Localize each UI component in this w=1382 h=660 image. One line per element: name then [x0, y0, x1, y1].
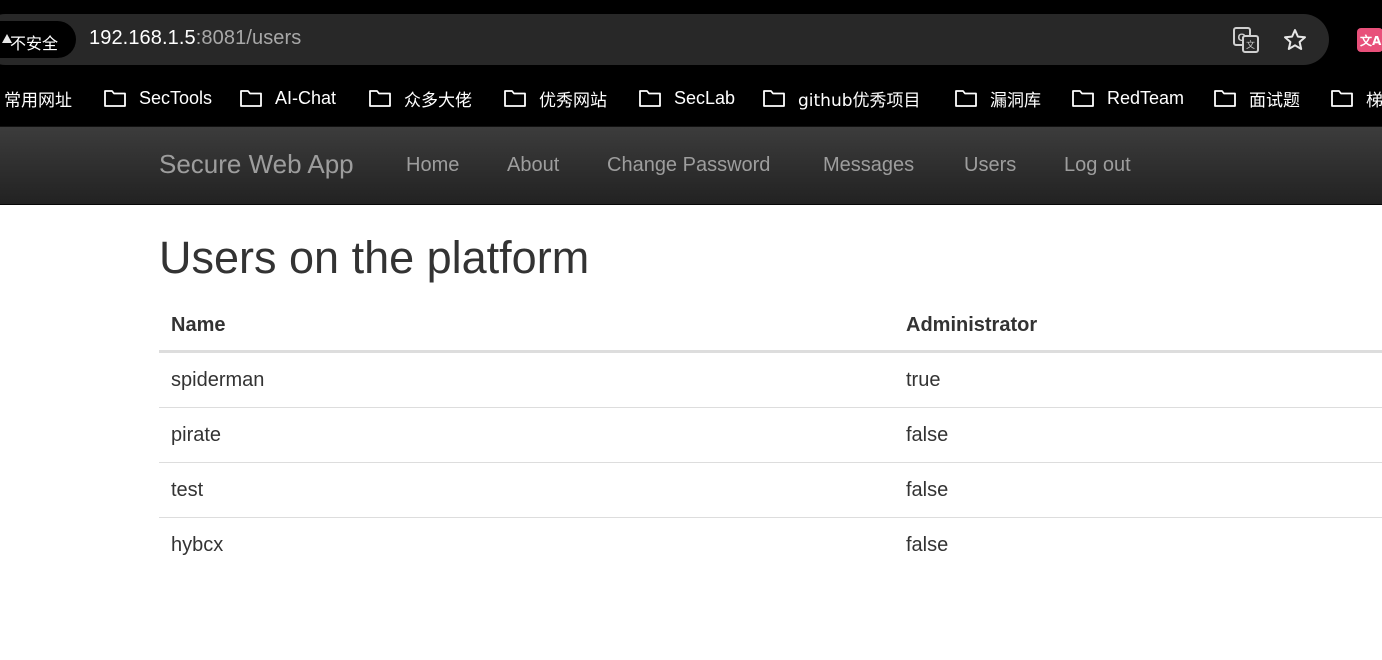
folder-icon [504, 90, 526, 107]
table-row: hybcx false [159, 517, 1382, 572]
nav-change-password[interactable]: Change Password [607, 154, 770, 177]
bookmark-folder[interactable]: SecTools [103, 84, 212, 112]
table-row: test false [159, 462, 1382, 518]
bookmark-folder[interactable]: 众多大佬 [368, 84, 472, 112]
folder-icon [763, 90, 785, 107]
bookmark-folder[interactable]: 优秀网站 [503, 84, 607, 112]
admin-flag-cell: false [894, 517, 1382, 572]
bookmark-folder[interactable]: RedTeam [1071, 84, 1184, 112]
bookmarks-bar: 常用网址 SecTools AI-Chat 众多大佬 优秀网站 SecLab g… [0, 80, 1382, 126]
url-text[interactable]: 192.168.1.5:8081/users [89, 27, 301, 50]
user-name-cell: pirate [159, 407, 894, 463]
brand-link[interactable]: Secure Web App [159, 149, 354, 180]
nav-logout[interactable]: Log out [1064, 154, 1131, 177]
bookmark-folder[interactable]: github优秀项目 [762, 84, 921, 112]
folder-icon [955, 90, 977, 107]
browser-toolbar: 不安全 192.168.1.5:8081/users G 文 文A [0, 0, 1382, 80]
security-indicator[interactable]: 不安全 [0, 21, 76, 58]
table-row: spiderman true [159, 352, 1382, 408]
page-title: Users on the platform [159, 232, 590, 283]
url-host: 192.168.1.5 [89, 27, 196, 49]
admin-flag-cell: false [894, 462, 1382, 518]
user-name-cell: spiderman [171, 368, 265, 391]
bookmark-folder[interactable]: AI-Chat [239, 84, 336, 112]
bookmark-folder[interactable]: 梯 [1330, 84, 1382, 112]
folder-icon [1214, 90, 1236, 107]
folder-icon [1331, 90, 1353, 107]
user-name-cell: hybcx [159, 517, 894, 572]
folder-icon [104, 90, 126, 107]
column-header-administrator: Administrator [894, 300, 1382, 353]
bookmark-star-icon[interactable] [1283, 28, 1307, 52]
svg-text:文: 文 [1246, 39, 1255, 51]
column-header-name: Name [159, 300, 894, 353]
security-label: 不安全 [10, 34, 59, 53]
user-name-cell: test [159, 462, 894, 518]
table-header-row: Name Administrator [159, 300, 1382, 353]
translate-icon[interactable]: G 文 [1233, 27, 1259, 53]
folder-icon [369, 90, 391, 107]
nav-about[interactable]: About [507, 154, 559, 177]
bookmark-folder[interactable]: 漏洞库 [954, 84, 1041, 112]
url-path: :8081/users [195, 27, 302, 49]
nav-home[interactable]: Home [406, 154, 459, 177]
app-navbar: Secure Web App Home About Change Passwor… [0, 126, 1382, 205]
admin-flag-cell: false [894, 407, 1382, 463]
bookmark-folder[interactable]: 面试题 [1213, 84, 1300, 112]
nav-messages[interactable]: Messages [823, 154, 914, 177]
users-table: Name Administrator spiderman true pirate… [159, 300, 1382, 572]
admin-flag-cell: true [906, 368, 941, 391]
translator-extension-icon[interactable]: 文A [1357, 28, 1382, 52]
table-row: pirate false [159, 407, 1382, 463]
folder-icon [1072, 90, 1094, 107]
bookmark-item[interactable]: 常用网址 [4, 84, 72, 112]
nav-users[interactable]: Users [964, 154, 1016, 177]
folder-icon [639, 90, 661, 107]
bookmark-folder[interactable]: SecLab [638, 84, 735, 112]
folder-icon [240, 90, 262, 107]
svg-text:文A: 文A [1360, 33, 1382, 48]
